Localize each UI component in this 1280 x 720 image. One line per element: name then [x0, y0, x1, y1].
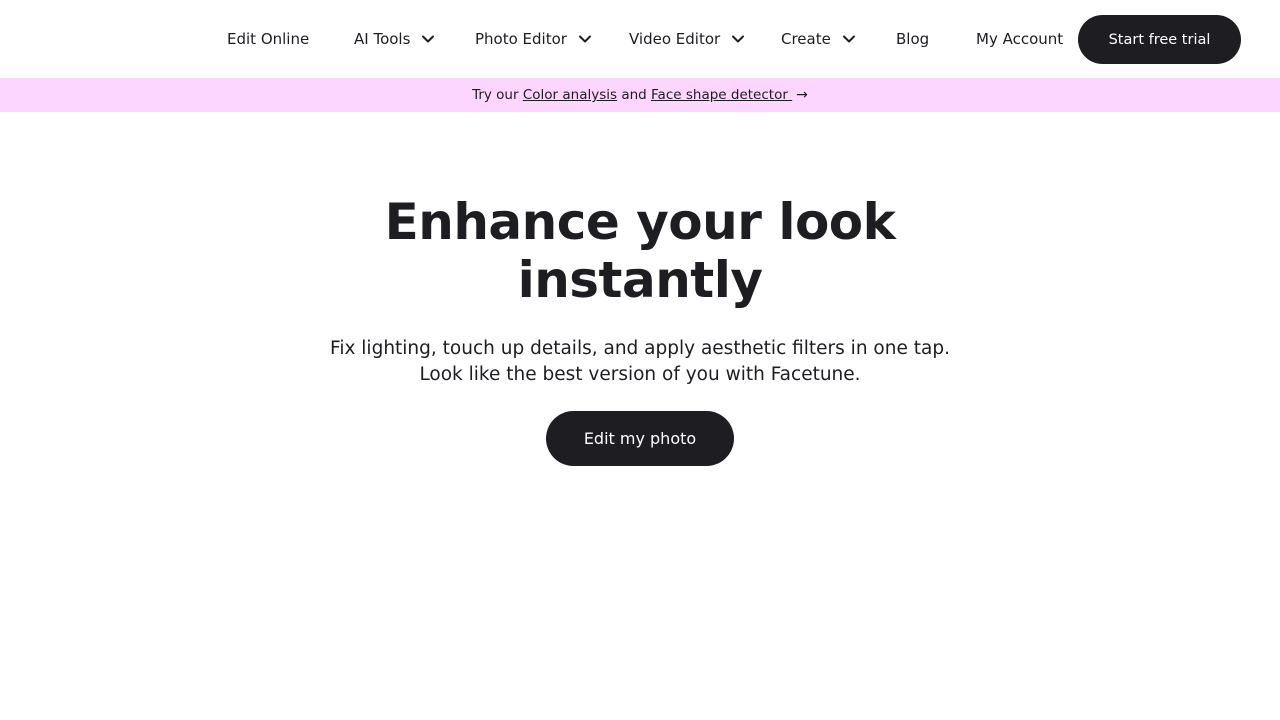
nav-edit-online-label: Edit Online — [227, 30, 310, 48]
hero-title: Enhance your look instantly — [240, 193, 1040, 309]
nav-photo-editor-label: Photo Editor — [475, 30, 567, 48]
top-navigation: Edit Online AI Tools Photo Editor Video … — [0, 0, 1280, 78]
nav-create-label: Create — [781, 30, 831, 48]
promo-banner: Try our Color analysis and Face shape de… — [0, 78, 1280, 112]
page: Edit Online AI Tools Photo Editor Video … — [0, 0, 1280, 720]
nav-video-editor[interactable]: Video Editor — [629, 0, 746, 78]
hero-subtitle-line-2: Look like the best version of you with F… — [419, 364, 861, 385]
face-shape-detector-link[interactable]: Face shape detector — [651, 87, 792, 103]
nav-photo-editor[interactable]: Photo Editor — [475, 0, 593, 78]
nav-video-editor-label: Video Editor — [629, 30, 721, 48]
hero-subtitle: Fix lighting, touch up details, and appl… — [240, 336, 1040, 388]
chevron-down-icon — [841, 31, 857, 47]
chevron-down-icon — [730, 31, 746, 47]
chevron-down-icon — [420, 31, 436, 47]
edit-my-photo-button[interactable]: Edit my photo — [546, 411, 734, 466]
nav-ai-tools[interactable]: AI Tools — [354, 0, 436, 78]
nav-my-account-label: My Account — [976, 30, 1064, 48]
chevron-down-icon — [577, 31, 593, 47]
color-analysis-link[interactable]: Color analysis — [523, 87, 617, 103]
nav-edit-online[interactable]: Edit Online — [227, 0, 309, 78]
banner-prefix-text: Try our — [472, 87, 523, 103]
hero-subtitle-line-1: Fix lighting, touch up details, and appl… — [330, 338, 950, 359]
hero-title-line-1: Enhance your look — [384, 193, 896, 251]
nav-create[interactable]: Create — [781, 0, 857, 78]
nav-ai-tools-label: AI Tools — [354, 30, 411, 48]
hero-title-line-2: instantly — [517, 251, 763, 309]
start-free-trial-button[interactable]: Start free trial — [1078, 15, 1241, 64]
arrow-right-icon[interactable]: → — [796, 87, 808, 103]
nav-my-account[interactable]: My Account — [976, 0, 1063, 78]
banner-middle-text: and — [617, 87, 652, 103]
nav-blog[interactable]: Blog — [896, 0, 929, 78]
nav-blog-label: Blog — [896, 30, 930, 48]
